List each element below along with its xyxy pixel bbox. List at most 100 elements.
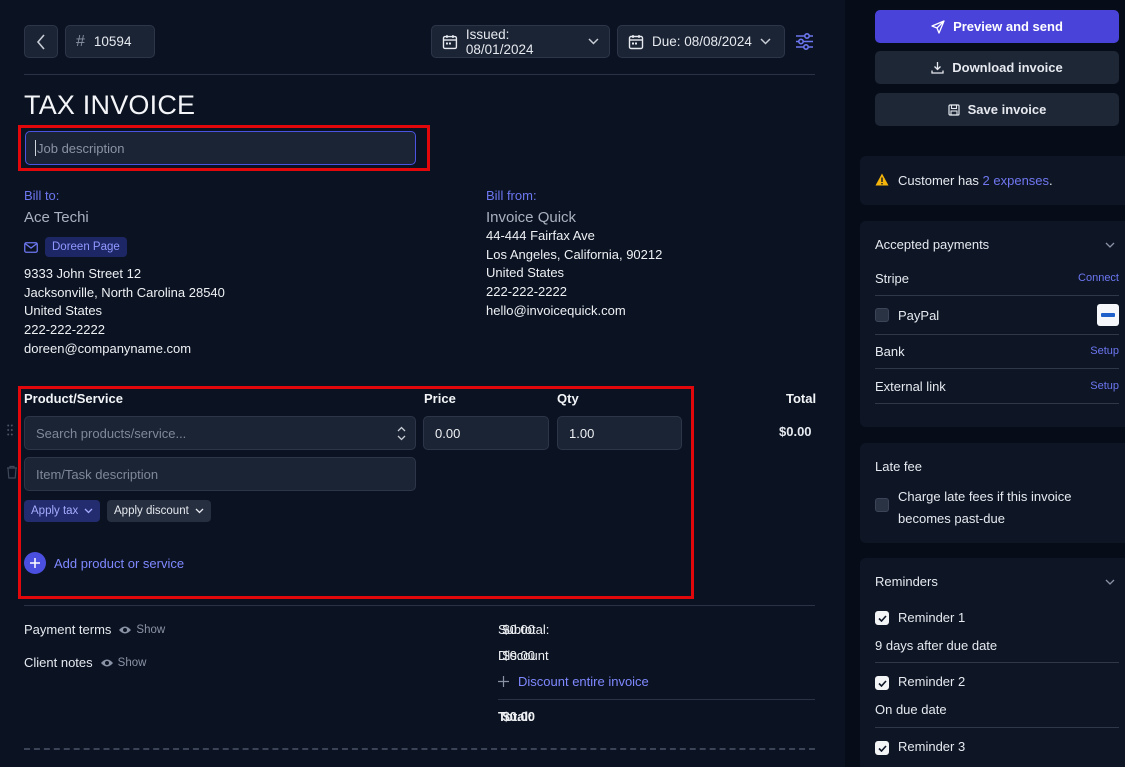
discount-value: $0.00 xyxy=(502,648,535,663)
invoice-number-field[interactable]: # 10594 xyxy=(65,25,155,58)
client-notes-row: Client notes Show xyxy=(24,655,146,670)
reminders-card: Reminders Reminder 1 9 days after due da… xyxy=(860,558,1125,767)
phone: 222-222-2222 xyxy=(24,322,105,338)
total-value: $0.00 xyxy=(502,709,535,724)
issued-date-dropdown[interactable]: Issued: 08/01/2024 xyxy=(431,25,610,58)
client-notes-show-toggle[interactable]: Show xyxy=(100,656,147,669)
divider xyxy=(875,662,1119,663)
bill-from-name[interactable]: Invoice Quick xyxy=(486,209,576,226)
chevron-down-icon[interactable] xyxy=(1105,242,1115,248)
late-fee-description: Charge late fees if this invoice becomes… xyxy=(898,486,1071,530)
settings-sliders-icon[interactable] xyxy=(795,32,814,51)
trash-icon[interactable] xyxy=(6,465,18,479)
discount-entire-label: Discount entire invoice xyxy=(518,674,649,689)
save-invoice-button[interactable]: Save invoice xyxy=(875,93,1119,126)
send-icon xyxy=(931,19,945,34)
late-fee-checkbox[interactable] xyxy=(875,498,889,512)
email: hello@invoicequick.com xyxy=(486,302,626,318)
address-line: 9333 John Street 12 xyxy=(24,266,142,281)
right-sidebar: Preview and send Download invoice Save i… xyxy=(845,0,1125,767)
subtotal-value: $0.00 xyxy=(502,622,535,637)
expenses-link[interactable]: 2 expenses xyxy=(983,173,1050,188)
show-label: Show xyxy=(117,656,147,669)
external-link-setup-link[interactable]: Setup xyxy=(1090,380,1119,392)
save-icon xyxy=(948,103,960,116)
stripe-connect-link[interactable]: Connect xyxy=(1078,272,1119,284)
divider xyxy=(875,334,1119,335)
reminders-title: Reminders xyxy=(875,574,938,589)
expenses-prefix: Customer has xyxy=(898,173,983,188)
payment-terms-label: Payment terms xyxy=(24,622,112,637)
reminder2-label: Reminder 2 xyxy=(898,674,966,689)
bill-from-label: Bill from: xyxy=(486,188,537,203)
late-fee-line: Charge late fees if this invoice xyxy=(898,489,1072,504)
download-invoice-label: Download invoice xyxy=(952,60,1063,75)
phone: 222-222-2222 xyxy=(486,284,567,300)
payment-terms-row: Payment terms Show xyxy=(24,622,165,637)
bill-to-name[interactable]: Ace Techi xyxy=(24,209,89,226)
calendar-icon xyxy=(628,34,644,49)
expenses-text: Customer has 2 expenses. xyxy=(898,173,1053,188)
address-line: Jacksonville, North Carolina 28540 xyxy=(24,284,225,300)
column-header-total: Total xyxy=(786,391,817,406)
expenses-suffix: . xyxy=(1049,173,1053,188)
chevron-left-icon xyxy=(36,33,45,50)
divider xyxy=(24,605,815,606)
contact-name: Doreen Page xyxy=(45,237,127,257)
reminder3-label: Reminder 3 xyxy=(898,739,966,754)
reminder2-checkbox[interactable] xyxy=(875,676,889,690)
bank-setup-link[interactable]: Setup xyxy=(1090,345,1119,357)
due-date-label: Due: 08/08/2024 xyxy=(652,34,752,49)
paypal-checkbox[interactable] xyxy=(875,308,889,322)
client-notes-label: Client notes xyxy=(24,655,93,670)
country: United States xyxy=(24,303,103,319)
payment-terms-show-toggle[interactable]: Show xyxy=(118,624,165,636)
contact-chip[interactable]: Doreen Page xyxy=(24,237,127,257)
row-total: $0.00 xyxy=(779,424,812,439)
drag-handle-icon[interactable] xyxy=(7,424,13,436)
due-date-dropdown[interactable]: Due: 08/08/2024 xyxy=(617,25,785,58)
download-invoice-button[interactable]: Download invoice xyxy=(875,51,1119,84)
payment-method-paypal: PayPal xyxy=(898,308,940,323)
divider xyxy=(875,727,1119,728)
divider xyxy=(24,74,815,75)
preview-and-send-button[interactable]: Preview and send xyxy=(875,10,1119,43)
issued-date-label: Issued: 08/01/2024 xyxy=(465,26,534,57)
warning-icon xyxy=(875,173,889,186)
highlight-box xyxy=(18,386,694,599)
plus-icon xyxy=(498,676,509,687)
page-title: TAX INVOICE xyxy=(24,90,196,120)
reminder1-label: Reminder 1 xyxy=(898,610,966,625)
payment-method-bank: Bank xyxy=(875,344,905,359)
discount-entire-invoice-button[interactable]: Discount entire invoice xyxy=(498,674,649,689)
reminder3-checkbox[interactable] xyxy=(875,741,889,755)
accepted-payments-title: Accepted payments xyxy=(875,237,990,252)
invoice-editor: # 10594 Issued: 08/01/2024 Due: 08/08/20… xyxy=(0,0,845,767)
divider xyxy=(875,368,1119,369)
late-fee-line: becomes past-due xyxy=(898,511,1005,526)
check-icon xyxy=(877,614,887,622)
accepted-payments-card: Accepted payments Stripe Connect PayPal … xyxy=(860,221,1125,427)
email: doreen@companyname.com xyxy=(24,340,192,356)
bill-to-label: Bill to: xyxy=(24,188,60,203)
bill-to-address: 9333 John Street 12 Jacksonville, North … xyxy=(24,265,225,359)
late-fee-title: Late fee xyxy=(875,459,922,474)
reminder1-checkbox[interactable] xyxy=(875,611,889,625)
payment-method-external-link: External link xyxy=(875,379,946,394)
check-icon xyxy=(877,744,887,752)
chevron-down-icon xyxy=(760,38,771,45)
chevron-down-icon xyxy=(588,38,599,45)
download-icon xyxy=(931,62,944,74)
divider xyxy=(498,699,815,700)
paypal-logo-icon xyxy=(1097,304,1119,326)
divider xyxy=(875,403,1119,404)
dashed-divider xyxy=(24,748,815,750)
preview-and-send-label: Preview and send xyxy=(953,19,1063,34)
mail-icon xyxy=(24,241,38,253)
show-label: Show xyxy=(136,623,166,636)
back-button[interactable] xyxy=(24,25,58,58)
hash-icon: # xyxy=(76,32,85,50)
late-fee-card: Late fee Charge late fees if this invoic… xyxy=(860,443,1125,543)
save-invoice-label: Save invoice xyxy=(967,102,1047,117)
chevron-down-icon[interactable] xyxy=(1105,579,1115,585)
